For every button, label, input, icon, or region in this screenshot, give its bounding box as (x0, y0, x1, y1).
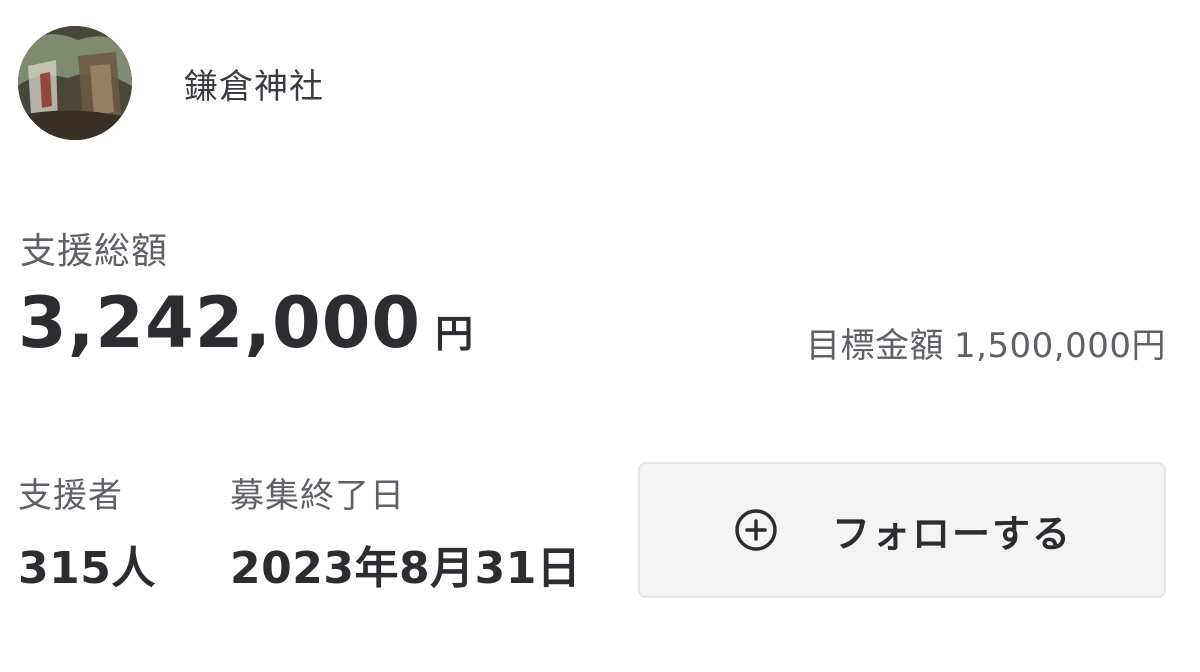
end-date-label: 募集終了日 (230, 476, 405, 516)
support-total-unit: 円 (435, 312, 474, 356)
support-total-label: 支援総額 (20, 231, 169, 272)
supporters-label: 支援者 (18, 476, 123, 516)
goal-label: 目標金額 (805, 326, 944, 366)
support-total: 3,242,000 円 (18, 282, 473, 364)
organization-name[interactable]: 鎌倉神社 (184, 59, 324, 108)
project-summary: 鎌倉神社 支援総額 3,242,000 円 目標金額 1,500,000円 支援… (0, 0, 1200, 672)
follow-button-label: フォローする (831, 511, 1072, 556)
avatar-image (18, 26, 132, 140)
goal-amount: 目標金額 1,500,000円 (806, 318, 1166, 367)
organization-avatar[interactable] (18, 26, 132, 140)
follow-button[interactable]: フォローする (638, 462, 1166, 598)
supporters-count: 315人 (18, 543, 156, 594)
organization-header[interactable]: 鎌倉神社 (18, 26, 324, 140)
end-date-value: 2023年8月31日 (230, 543, 582, 594)
goal-value: 1,500,000円 (953, 326, 1166, 366)
support-total-amount: 3,242,000 (18, 282, 422, 364)
plus-circle-icon (732, 506, 780, 554)
